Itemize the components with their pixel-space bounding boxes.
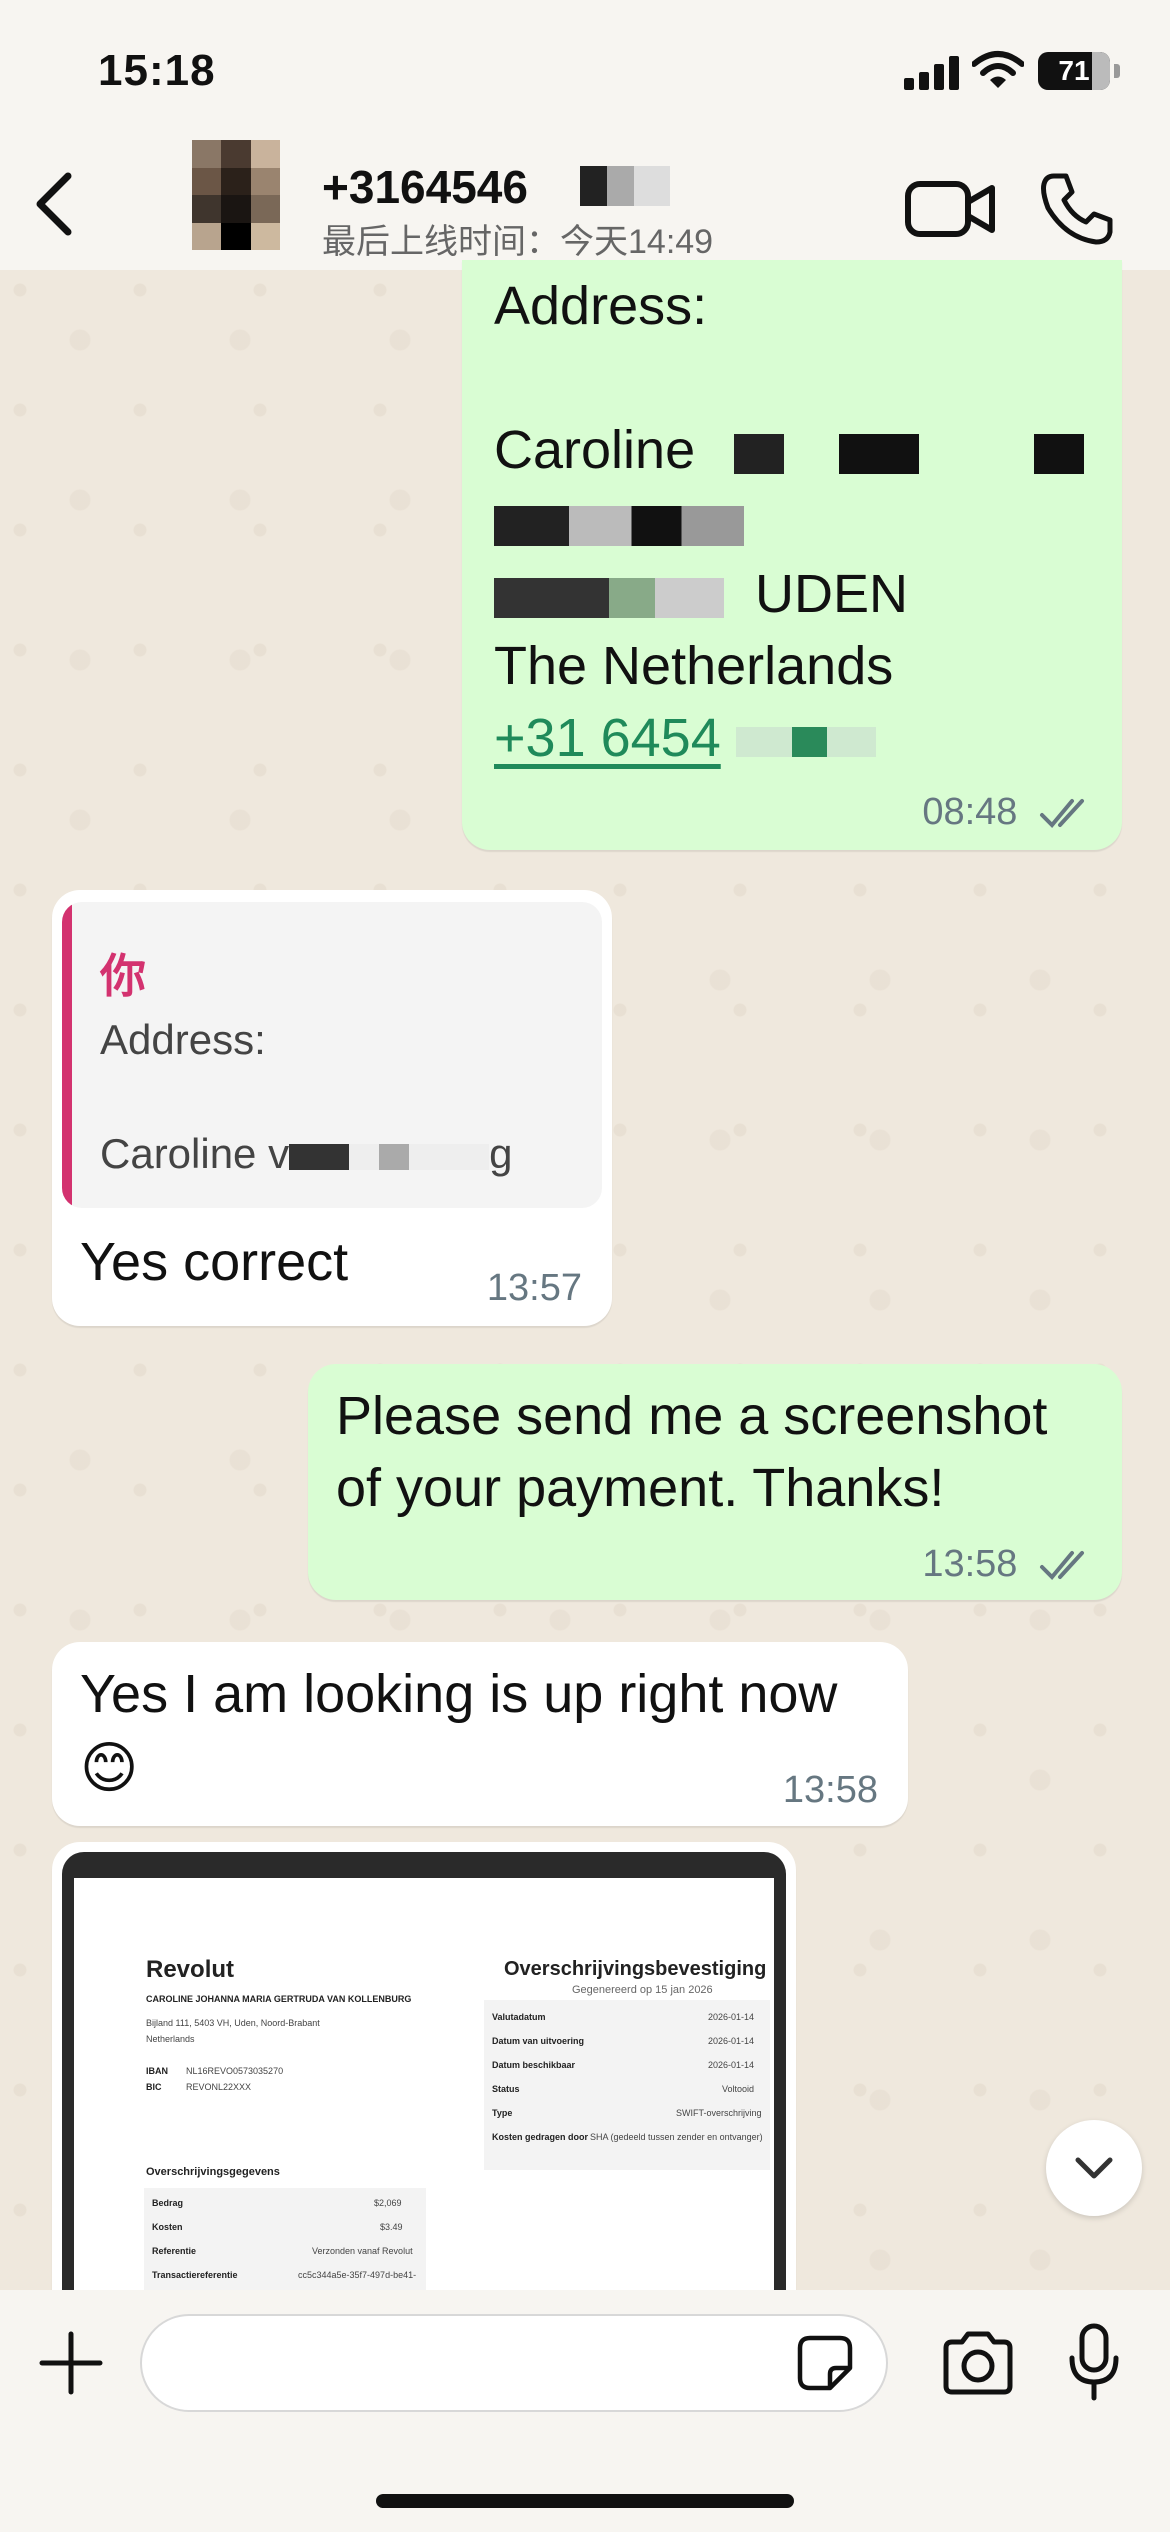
- doc-field-label: Bedrag: [152, 2198, 184, 2208]
- doc-section-title: Overschrijvingsgegevens: [146, 2166, 280, 2178]
- redacted-block: [494, 577, 724, 618]
- redacted-block: [839, 433, 920, 474]
- message-bubble-incoming[interactable]: 你 Address: Caroline vg Yes correct 13:57: [52, 890, 612, 1326]
- phone-number-link[interactable]: +31 6454: [494, 708, 721, 768]
- doc-field-value: $2,069: [374, 2198, 402, 2208]
- message-bubble-outgoing[interactable]: Please send me a screenshot of your paym…: [308, 1364, 1122, 1600]
- battery-icon: 71: [1038, 52, 1120, 90]
- doc-field-value: Voltooid: [722, 2084, 755, 2094]
- doc-field-label: Referentie: [152, 2246, 197, 2256]
- doc-account-country: Netherlands: [146, 2034, 195, 2044]
- doc-field-label: Datum van uitvoering: [492, 2036, 585, 2046]
- doc-field-value: Verzonden vanaf Revolut: [312, 2246, 413, 2256]
- message-text: Yes correct: [80, 1232, 349, 1292]
- phone-call-icon[interactable]: [1040, 170, 1114, 246]
- doc-bic-value: REVONL22XXX: [186, 2082, 252, 2092]
- message-text: Please send me a screenshot of your paym…: [336, 1386, 1048, 1518]
- doc-iban-value: NL16REVO0573035270: [186, 2066, 284, 2076]
- video-call-icon[interactable]: [904, 174, 996, 244]
- avatar[interactable]: [192, 140, 280, 250]
- composer-bar: [0, 2290, 1170, 2532]
- attach-plus-icon[interactable]: [38, 2330, 104, 2396]
- doc-field-label: Kosten gedragen door: [492, 2132, 589, 2142]
- doc-field-value: $3.49: [380, 2222, 403, 2232]
- doc-subtitle: Gegenereerd op 15 jan 2026: [572, 1984, 713, 1996]
- message-line: The Netherlands: [494, 636, 894, 696]
- redacted-block: [735, 726, 876, 757]
- doc-field-value: cc5c344a5e-35f7-497d-be41-: [298, 2270, 417, 2280]
- redacted-block: [734, 433, 785, 474]
- wifi-icon: [972, 51, 1024, 88]
- redacted-block: [494, 505, 744, 546]
- message-bubble-outgoing[interactable]: Address: Caroline UDEN The Netherlands +…: [462, 260, 1122, 850]
- read-receipt-icon: [1040, 798, 1084, 828]
- doc-account-address: Bijland 111, 5403 VH, Uden, Noord-Braban…: [146, 2018, 320, 2028]
- sticker-icon[interactable]: [796, 2334, 854, 2392]
- message-line: Address:: [494, 276, 708, 336]
- home-indicator[interactable]: [376, 2494, 794, 2508]
- back-button[interactable]: [20, 164, 90, 244]
- message-time: 13:58: [782, 1769, 878, 1811]
- last-seen-status: 最后上线时间：今天14:49: [322, 223, 714, 261]
- read-receipt-icon: [1040, 1550, 1084, 1580]
- payment-screenshot-image[interactable]: Revolut Overschrijvingsbevestiging Gegen…: [62, 1852, 786, 2312]
- status-time: 15:18: [98, 46, 216, 95]
- redacted-block: [1034, 433, 1085, 474]
- status-bar: 15:18 71: [0, 0, 1170, 140]
- doc-iban-label: IBAN: [146, 2066, 168, 2076]
- scroll-to-bottom-button[interactable]: [1046, 2120, 1142, 2216]
- message-text: Yes I am looking is up right now: [80, 1664, 838, 1724]
- message-time: 13:57: [486, 1267, 582, 1309]
- redacted-block: [580, 166, 670, 206]
- image-message[interactable]: Revolut Overschrijvingsbevestiging Gegen…: [52, 1842, 796, 2312]
- doc-field-label: Valutadatum: [492, 2012, 546, 2022]
- chat-header: +3164546 最后上线时间：今天14:49: [0, 140, 1170, 270]
- doc-field-value: SHA (gedeeld tussen zender en ontvanger): [590, 2132, 763, 2142]
- message-bubble-incoming[interactable]: Yes I am looking is up right now 😊 13:58: [52, 1642, 908, 1826]
- doc-field-value: 2026-01-14: [708, 2036, 755, 2046]
- emoji: 😊: [80, 1736, 139, 1799]
- doc-account-name: CAROLINE JOHANNA MARIA GERTRUDA VAN KOLL…: [146, 1994, 412, 2004]
- quote-author: 你: [100, 950, 146, 1002]
- quote-text: Caroline vg: [100, 1130, 513, 1177]
- message-meta: 08:48: [922, 791, 1094, 834]
- quote-text: Address:: [100, 1016, 266, 1063]
- doc-field-label: Datum beschikbaar: [492, 2060, 576, 2070]
- camera-icon[interactable]: [940, 2330, 1016, 2396]
- message-line: UDEN: [755, 564, 909, 624]
- doc-title: Overschrijvingsbevestiging: [504, 1958, 767, 1980]
- doc-field-label: Type: [492, 2108, 513, 2118]
- doc-field-value: SWIFT-overschrijving: [676, 2108, 762, 2118]
- contact-name[interactable]: +3164546: [322, 160, 528, 214]
- message-meta: 13:58: [922, 1543, 1094, 1586]
- message-time: 13:58: [922, 1543, 1018, 1585]
- doc-logo: Revolut: [146, 1956, 235, 1983]
- message-time: 08:48: [922, 791, 1018, 833]
- signal-icon: [904, 56, 960, 90]
- battery-level: 71: [1058, 55, 1090, 86]
- doc-field-value: 2026-01-14: [708, 2012, 755, 2022]
- doc-field-label: Status: [492, 2084, 520, 2094]
- message-line: Caroline: [494, 420, 696, 480]
- doc-field-label: Transactiereferentie: [152, 2270, 238, 2280]
- microphone-icon[interactable]: [1066, 2322, 1122, 2402]
- redacted-block: [289, 1143, 490, 1170]
- quoted-message[interactable]: 你 Address: Caroline vg: [62, 902, 602, 1208]
- chevron-down-icon: [1075, 2157, 1113, 2179]
- message-input[interactable]: [140, 2314, 888, 2412]
- doc-field-value: 2026-01-14: [708, 2060, 755, 2070]
- doc-field-label: Kosten: [152, 2222, 183, 2232]
- doc-bic-label: BIC: [146, 2082, 162, 2092]
